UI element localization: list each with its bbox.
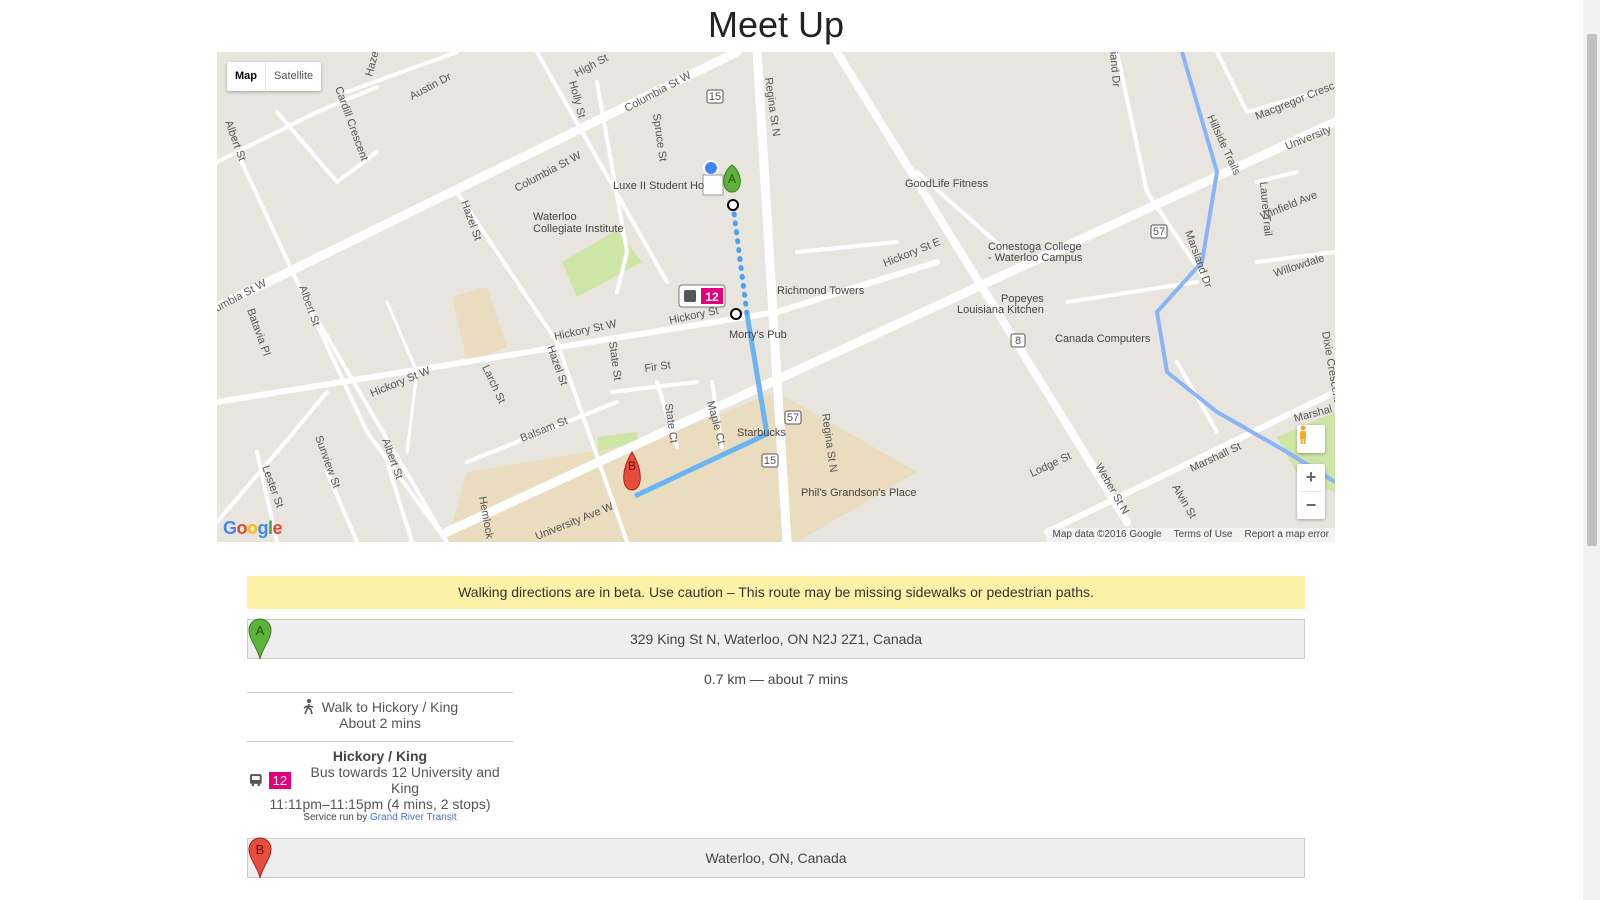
street-label: Larch St — [479, 363, 507, 405]
zoom-control: + − — [1297, 464, 1325, 519]
map-canvas[interactable]: 15 15 57 57 8 12 A B Hazel St Austin Dr … — [217, 52, 1335, 542]
zoom-in-button[interactable]: + — [1297, 464, 1325, 491]
street-label: Batavia Pl — [244, 307, 272, 358]
street-label: Spruce St — [650, 113, 669, 163]
street-label: Hazel St — [458, 199, 483, 242]
walk-step-duration: About 2 mins — [339, 715, 421, 731]
bus-route-label: 12 — [705, 290, 719, 304]
marker-b-icon: B — [248, 837, 272, 879]
service-operator: Service run by Grand River Transit — [303, 812, 457, 823]
map-type-map-button[interactable]: Map — [227, 62, 266, 91]
marker-b-label: B — [628, 459, 636, 473]
route-shield-15: 15 — [709, 91, 721, 103]
transit-stop-name: Hickory / King — [332, 748, 428, 764]
svg-text:B: B — [256, 842, 265, 857]
campus-area — [447, 392, 917, 542]
poi-label: Louisiana Kitchen — [957, 304, 1044, 316]
street-label: Fir St — [644, 359, 672, 375]
poi-label: Richmond Towers — [777, 285, 865, 297]
marker-a-icon: A — [248, 618, 272, 660]
route-number-badge: 12 — [268, 771, 292, 789]
svg-text:A: A — [256, 623, 265, 638]
park-area — [562, 230, 642, 297]
route-shield-8: 8 — [1015, 335, 1021, 347]
poi-label: Morty's Pub — [729, 329, 787, 341]
street-label: Alvin St — [1169, 483, 1198, 521]
origin-row[interactable]: A 329 King St N, Waterloo, ON N2J 2Z1, C… — [247, 618, 1305, 660]
transit-times: 11:11pm–11:15pm (4 mins, 2 stops) — [269, 796, 491, 812]
street-label: Columbia St W — [623, 69, 694, 114]
street-label: Holly St — [566, 80, 587, 120]
bus-icon — [684, 290, 696, 302]
route-shield-15: 15 — [764, 455, 776, 467]
walk-step[interactable]: Walk to Hickory / King About 2 mins — [247, 692, 513, 747]
route-shield-57: 57 — [787, 412, 799, 424]
destination-address: Waterloo, ON, Canada — [705, 850, 847, 866]
street-label: Macgregor Cresc — [1254, 80, 1335, 123]
poi-label: Canada Computers — [1055, 333, 1151, 345]
poi-label: Starbucks — [737, 427, 786, 439]
poi-label: - Waterloo Campus — [988, 252, 1083, 264]
terms-of-use-link[interactable]: Terms of Use — [1174, 528, 1233, 542]
street-label: Balsam St — [519, 415, 570, 445]
transit-direction: Bus towards 12 University and King — [310, 764, 500, 796]
street-label: Lodge St — [1028, 450, 1073, 479]
route-node — [730, 308, 742, 320]
walking-icon — [303, 699, 313, 715]
street-label: Albert St — [379, 437, 405, 481]
marker-a-label: A — [728, 172, 736, 186]
transit-step[interactable]: Hickory / King 12 Bus towards 12 Univers… — [247, 741, 513, 832]
pegman-icon — [1300, 425, 1306, 444]
walk-step-text: Walk to Hickory / King — [321, 699, 459, 715]
google-logo: Google — [223, 518, 283, 538]
street-label: Sunview St — [312, 434, 342, 490]
poi-label: GoodLife Fitness — [905, 178, 989, 190]
route-node — [727, 199, 739, 211]
current-location-icon — [703, 160, 719, 176]
page-title: Meet Up — [707, 4, 845, 45]
map-type-control: Map Satellite — [227, 62, 322, 91]
street-label: State St — [606, 341, 623, 381]
walk-route-dots — [730, 202, 750, 317]
transit-agency-link[interactable]: Grand River Transit — [370, 812, 457, 823]
street-label: Albert St — [296, 284, 322, 328]
street-label: High St — [573, 52, 610, 80]
poi-label: Collegiate Institute — [533, 223, 624, 235]
origin-address: 329 King St N, Waterloo, ON N2J 2Z1, Can… — [629, 631, 923, 647]
map-attribution: Map data ©2016 Google Terms of Use Repor… — [1046, 528, 1335, 542]
poi-label: Phil's Grandson's Place — [801, 487, 916, 499]
route-shield-57: 57 — [1153, 226, 1165, 238]
report-map-error-link[interactable]: Report a map error — [1245, 528, 1329, 542]
street-label: Dixie Crescent — [1319, 330, 1335, 403]
walking-beta-warning: Walking directions are in beta. Use caut… — [247, 576, 1305, 609]
bus-icon — [249, 774, 262, 787]
map-tiles[interactable]: 15 15 57 57 8 12 A B Hazel St Austin Dr … — [217, 52, 1335, 542]
street-label: iand Dr — [1107, 52, 1122, 88]
page-scrollbar[interactable] — [1583, 0, 1600, 900]
street-label: Austin Dr — [408, 71, 454, 103]
street-label: Hazel St — [363, 52, 385, 78]
map-data-credit: Map data ©2016 Google — [1052, 529, 1162, 540]
walk-marker-icon — [702, 174, 724, 196]
street-label: University — [1284, 123, 1334, 152]
route-summary: 0.7 km — about 7 mins — [704, 671, 848, 687]
street-label: umbia St W — [217, 277, 269, 315]
poi-label: Waterloo — [533, 211, 577, 223]
street-view-pegman-icon[interactable] — [1297, 425, 1325, 453]
scrollbar-thumb[interactable] — [1587, 34, 1597, 546]
destination-row[interactable]: B Waterloo, ON, Canada — [247, 837, 1305, 879]
poi-label: Luxe II Student Ho — [613, 180, 704, 192]
map-type-satellite-button[interactable]: Satellite — [266, 62, 321, 91]
campus-area — [452, 287, 507, 362]
zoom-out-button[interactable]: − — [1297, 492, 1325, 519]
